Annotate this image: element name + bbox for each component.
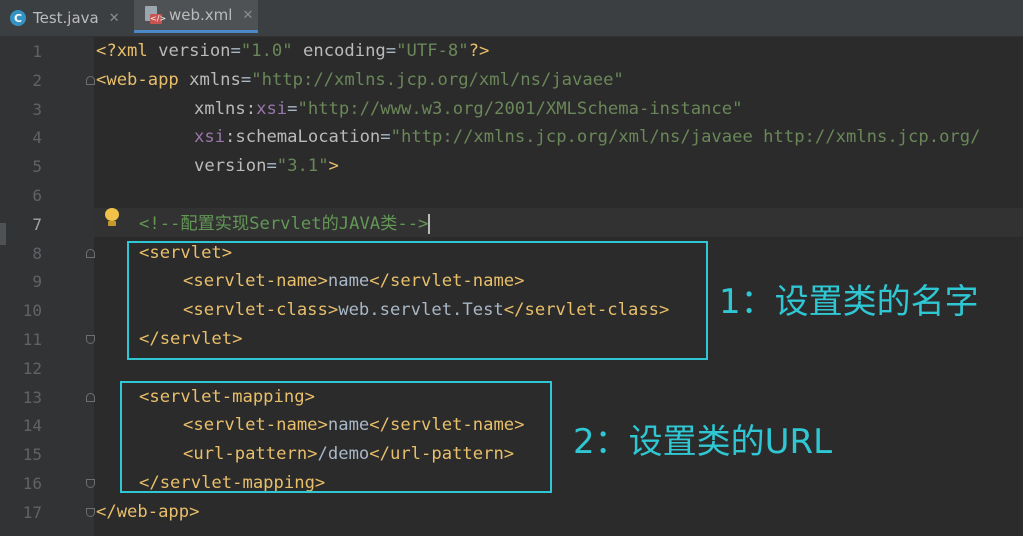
line-number: 8 <box>32 244 42 263</box>
line-number: 12 <box>22 359 42 378</box>
code-line-4: xsi:schemaLocation="http://xmlns.jcp.org… <box>194 127 981 147</box>
tab-test-java[interactable]: C Test.java ✕ <box>10 0 128 36</box>
editor-tab-bar: C Test.java ✕ </> web.xml ✕ <box>0 0 1023 37</box>
xml-file-icon: </> <box>144 6 166 24</box>
tab-web-xml[interactable]: </> web.xml ✕ <box>134 0 258 33</box>
line-number: 6 <box>32 186 42 205</box>
line-number: 10 <box>22 301 42 320</box>
code-line-1: <?xml version="1.0" encoding="UTF-8"?> <box>96 41 490 61</box>
annotation-note-name: 1：设置类的名字 <box>719 282 979 322</box>
text-caret <box>428 214 431 234</box>
line-number: 16 <box>22 474 42 493</box>
code-line-2: <web-app xmlns="http://xmlns.jcp.org/xml… <box>96 70 624 90</box>
code-line-5: version="3.1"> <box>194 156 339 176</box>
close-icon[interactable]: ✕ <box>109 11 120 26</box>
code-line-17: </web-app> <box>96 502 200 522</box>
line-number: 13 <box>22 388 42 407</box>
line-number: 5 <box>32 157 42 176</box>
line-number: 17 <box>22 503 42 522</box>
annotation-box-servlet <box>127 241 708 360</box>
line-number: 9 <box>32 272 42 291</box>
line-number-gutter: 1 2 3 4 5 6 7 8 9 10 11 12 13 14 15 16 1… <box>6 37 95 536</box>
line-number: 11 <box>22 330 42 349</box>
line-number: 2 <box>32 71 42 90</box>
line-number: 3 <box>32 100 42 119</box>
line-number: 1 <box>32 42 42 61</box>
annotation-note-url: 2：设置类的URL <box>573 422 833 462</box>
tab-label: web.xml <box>169 6 233 24</box>
code-line-7: <!--配置实现Servlet的JAVA类--> <box>139 214 431 234</box>
java-class-icon: C <box>10 10 26 26</box>
code-line-3: xmlns:xsi="http://www.w3.org/2001/XMLSch… <box>194 99 743 119</box>
line-number: 15 <box>22 445 42 464</box>
line-number: 7 <box>32 215 42 234</box>
line-number: 4 <box>32 128 42 147</box>
tab-label: Test.java <box>33 9 99 27</box>
line-number: 14 <box>22 416 42 435</box>
annotation-box-mapping <box>120 381 552 493</box>
close-icon[interactable]: ✕ <box>242 8 253 23</box>
